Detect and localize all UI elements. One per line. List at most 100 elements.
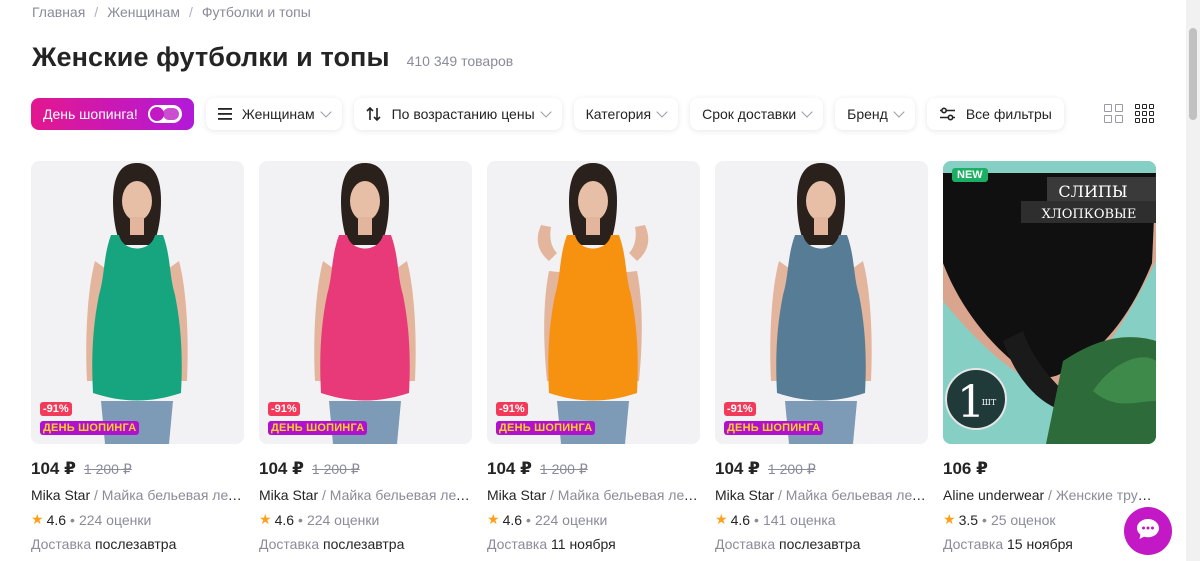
product-image[interactable]: -91% ДЕНЬ ШОПИНГА <box>31 161 244 444</box>
promo-badge: ДЕНЬ ШОПИНГА <box>40 421 140 435</box>
brand-name: Mika Star <box>715 487 775 503</box>
product-name-row[interactable]: Mika Star / Майка бельевая летняя <box>259 487 472 503</box>
promo-badge: ДЕНЬ ШОПИНГА <box>496 421 596 435</box>
delivery-value: 15 ноября <box>1007 536 1073 552</box>
image-text-pcs: ШТ <box>982 398 997 407</box>
product-name: Женские трусы слипы <box>1055 487 1156 503</box>
rating-row: ★ 4.6 • 224 оценки <box>259 511 380 528</box>
old-price: 1 200 ₽ <box>311 461 360 477</box>
product-name-row[interactable]: Aline underwear / Женские трусы слипы <box>943 487 1156 503</box>
large-grid-icon[interactable] <box>1104 104 1123 123</box>
product-name: Майка бельевая летняя <box>101 487 244 503</box>
rating-value: 4.6 <box>502 511 523 528</box>
delivery-row: Доставка послезавтра <box>31 536 244 552</box>
breadcrumb-separator: / <box>94 4 99 20</box>
product-image[interactable]: СЛИПЫ ХЛОПКОВЫЕ 1 ШТ NEW <box>943 161 1156 444</box>
chevron-down-icon <box>801 106 813 118</box>
delivery-value: 11 ноября <box>551 536 616 552</box>
delivery-label: Доставка <box>259 536 320 552</box>
delivery-label: Доставка <box>487 536 548 552</box>
product-name-row[interactable]: Mika Star / Майка бельевая летняя <box>31 487 244 503</box>
view-toggles <box>1104 104 1154 123</box>
price-row: 104 ₽ 1 200 ₽ <box>715 459 928 481</box>
delivery-row: Доставка 11 ноября <box>487 536 700 552</box>
old-price: 1 200 ₽ <box>767 461 816 477</box>
briefs-illustration: СЛИПЫ ХЛОПКОВЫЕ 1 ШТ <box>943 161 1156 444</box>
price: 104 ₽ <box>487 459 532 478</box>
rating-value: 3.5 <box>958 511 979 528</box>
product-name: Майка бельевая летняя <box>557 487 700 503</box>
category-menu-label: Женщинам <box>241 106 315 122</box>
promo-toggle-chip[interactable]: День шопинга! <box>31 98 194 130</box>
category-chip[interactable]: Категория <box>573 98 679 130</box>
delivery-label: Срок доставки <box>702 106 797 122</box>
delivery-label: Доставка <box>31 536 92 552</box>
review-count: 224 оценки <box>78 511 152 528</box>
sort-chip[interactable]: По возрастанию цены <box>353 98 562 130</box>
rating-row: ★ 4.6 • 224 оценки <box>31 511 152 528</box>
promo-switch[interactable] <box>147 105 182 123</box>
star-icon: ★ <box>259 511 272 527</box>
delivery-row: Доставка послезавтра <box>715 536 928 552</box>
delivery-row: Доставка 15 ноября <box>943 536 1156 552</box>
discount-badge: -91% <box>268 402 300 416</box>
image-text-slips: СЛИПЫ <box>1058 182 1127 201</box>
delivery-chip[interactable]: Срок доставки <box>690 98 824 130</box>
breadcrumb: Главная / Женщинам / Футболки и топы <box>32 4 311 20</box>
small-grid-icon[interactable] <box>1135 104 1154 123</box>
sort-label: По возрастанию цены <box>391 106 535 122</box>
chevron-down-icon <box>656 106 668 118</box>
review-count: 25 оценок <box>990 511 1056 528</box>
product-image[interactable]: -91% ДЕНЬ ШОПИНГА <box>259 161 472 444</box>
price: 104 ₽ <box>715 459 760 478</box>
promo-badge: ДЕНЬ ШОПИНГА <box>268 421 368 435</box>
product-name-row[interactable]: Mika Star / Майка бельевая летняя <box>715 487 928 503</box>
all-filters-chip[interactable]: Все фильтры <box>926 98 1064 130</box>
title-row: Женские футболки и топы 410 349 товаров <box>32 42 513 73</box>
chevron-down-icon <box>539 106 552 118</box>
product-card[interactable]: -91% ДЕНЬ ШОПИНГА 104 ₽ 1 200 ₽ Mika Sta… <box>259 161 472 552</box>
page-title: Женские футболки и топы <box>32 42 390 72</box>
new-badge: NEW <box>952 168 988 182</box>
product-name: Майка бельевая летняя <box>785 487 928 503</box>
all-filters-label: Все фильтры <box>965 106 1052 122</box>
star-icon: ★ <box>31 511 44 527</box>
delivery-label: Доставка <box>715 536 776 552</box>
brand-name: Aline underwear <box>943 487 1045 503</box>
product-card[interactable]: -91% ДЕНЬ ШОПИНГА 104 ₽ 1 200 ₽ Mika Sta… <box>715 161 928 552</box>
chevron-down-icon <box>893 106 905 118</box>
brand-name: Mika Star <box>31 487 91 503</box>
brand-chip[interactable]: Бренд <box>835 98 915 130</box>
brand-name: Mika Star <box>487 487 547 503</box>
old-price: 1 200 ₽ <box>83 461 132 477</box>
hamburger-icon <box>217 108 232 120</box>
price: 104 ₽ <box>31 459 76 478</box>
delivery-label: Доставка <box>943 536 1004 552</box>
sort-arrows-icon <box>366 107 382 121</box>
discount-badge: -91% <box>496 402 528 416</box>
product-image[interactable]: -91% ДЕНЬ ШОПИНГА <box>715 161 928 444</box>
review-count: 224 оценки <box>534 511 608 528</box>
product-name: Майка бельевая летняя <box>329 487 472 503</box>
product-card[interactable]: -91% ДЕНЬ ШОПИНГА 104 ₽ 1 200 ₽ Mika Sta… <box>31 161 244 552</box>
brand-label: Бренд <box>847 106 888 122</box>
product-card[interactable]: -91% ДЕНЬ ШОПИНГА 104 ₽ 1 200 ₽ Mika Sta… <box>487 161 700 552</box>
breadcrumb-tshirts[interactable]: Футболки и топы <box>202 4 311 20</box>
chat-button[interactable] <box>1124 507 1172 555</box>
page-scrollbar[interactable] <box>1186 0 1200 561</box>
rating-value: 4.6 <box>730 511 751 528</box>
sliders-icon <box>939 107 956 121</box>
category-menu-chip[interactable]: Женщинам <box>205 98 342 130</box>
breadcrumb-home[interactable]: Главная <box>32 4 85 20</box>
scrollbar-thumb[interactable] <box>1189 28 1197 120</box>
product-count: 410 349 товаров <box>406 53 514 69</box>
product-image[interactable]: -91% ДЕНЬ ШОПИНГА <box>487 161 700 444</box>
product-name-row[interactable]: Mika Star / Майка бельевая летняя <box>487 487 700 503</box>
product-card[interactable]: СЛИПЫ ХЛОПКОВЫЕ 1 ШТ NEW 106 ₽ Aline und… <box>943 161 1156 552</box>
breadcrumb-women[interactable]: Женщинам <box>107 4 180 20</box>
star-icon: ★ <box>715 511 728 527</box>
delivery-value: послезавтра <box>779 536 861 552</box>
review-count: 141 оценка <box>762 511 836 528</box>
delivery-row: Доставка послезавтра <box>259 536 472 552</box>
rating-value: 4.6 <box>274 511 295 528</box>
